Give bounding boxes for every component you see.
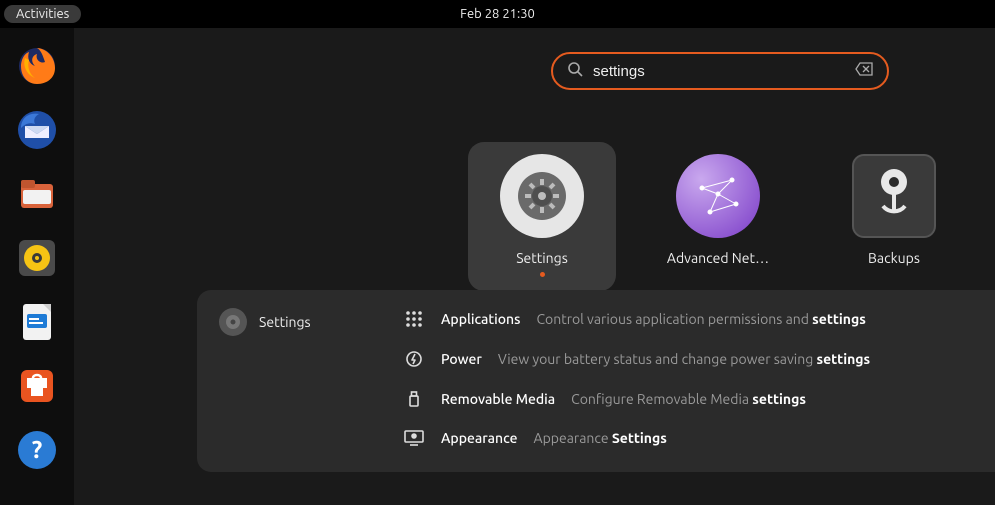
- firefox-icon: [15, 44, 59, 88]
- settings-header-label: Settings: [259, 314, 311, 330]
- app-label: Backups: [868, 250, 920, 266]
- power-icon: [403, 350, 425, 368]
- row-title: Removable Media: [441, 391, 555, 407]
- settings-row-appearance[interactable]: Appearance Appearance Settings: [403, 430, 969, 446]
- clock[interactable]: Feb 28 21:30: [460, 7, 535, 21]
- settings-small-icon: [219, 308, 247, 336]
- usb-icon: [403, 390, 425, 408]
- settings-rows: Applications Control various application…: [403, 310, 969, 446]
- display-icon: [403, 430, 425, 446]
- row-title: Power: [441, 351, 482, 367]
- settings-results-header[interactable]: Settings: [219, 308, 311, 336]
- row-desc: Control various application permissions …: [536, 311, 865, 327]
- running-indicator: [540, 272, 545, 277]
- dock-item-help[interactable]: ?: [15, 428, 59, 472]
- network-icon: [676, 154, 760, 238]
- files-icon: [15, 172, 59, 216]
- thunderbird-icon: [15, 108, 59, 152]
- app-result-settings[interactable]: Settings: [468, 142, 616, 291]
- row-title: Appearance: [441, 430, 518, 446]
- settings-icon: [500, 154, 584, 238]
- rhythmbox-icon: [15, 236, 59, 280]
- software-icon: [15, 364, 59, 408]
- settings-row-applications[interactable]: Applications Control various application…: [403, 310, 969, 328]
- app-result-advanced-network[interactable]: Advanced Net…: [644, 142, 792, 291]
- row-desc: Configure Removable Media settings: [571, 391, 806, 407]
- row-title: Applications: [441, 311, 520, 327]
- settings-row-power[interactable]: Power View your battery status and chang…: [403, 350, 969, 368]
- backups-icon: [852, 154, 936, 238]
- app-label: Settings: [516, 250, 568, 266]
- activities-label: Activities: [16, 7, 69, 21]
- libreoffice-writer-icon: [15, 300, 59, 344]
- activities-button[interactable]: Activities: [4, 5, 81, 23]
- dock-item-files[interactable]: [15, 172, 59, 216]
- dock: ?: [0, 28, 74, 505]
- row-desc: Appearance Settings: [534, 430, 667, 446]
- help-icon: ?: [15, 428, 59, 472]
- settings-results-panel: Settings Applications Control various ap…: [197, 290, 995, 472]
- dock-item-firefox[interactable]: [15, 44, 59, 88]
- app-label: Advanced Net…: [667, 250, 769, 266]
- search-input[interactable]: [593, 63, 855, 80]
- dock-item-thunderbird[interactable]: [15, 108, 59, 152]
- clear-icon[interactable]: [855, 62, 873, 80]
- overview: Settings Advanced Net…: [74, 28, 995, 505]
- dock-item-writer[interactable]: [15, 300, 59, 344]
- svg-text:?: ?: [32, 436, 43, 463]
- grid-icon: [403, 310, 425, 328]
- top-bar: Activities Feb 28 21:30: [0, 0, 995, 28]
- search-bar[interactable]: [551, 52, 889, 90]
- settings-row-removable-media[interactable]: Removable Media Configure Removable Medi…: [403, 390, 969, 408]
- clock-text: Feb 28 21:30: [460, 7, 535, 21]
- search-icon: [567, 61, 583, 81]
- dock-item-software[interactable]: [15, 364, 59, 408]
- app-results: Settings Advanced Net…: [468, 142, 968, 291]
- app-result-backups[interactable]: Backups: [820, 142, 968, 291]
- dock-item-rhythmbox[interactable]: [15, 236, 59, 280]
- row-desc: View your battery status and change powe…: [498, 351, 870, 367]
